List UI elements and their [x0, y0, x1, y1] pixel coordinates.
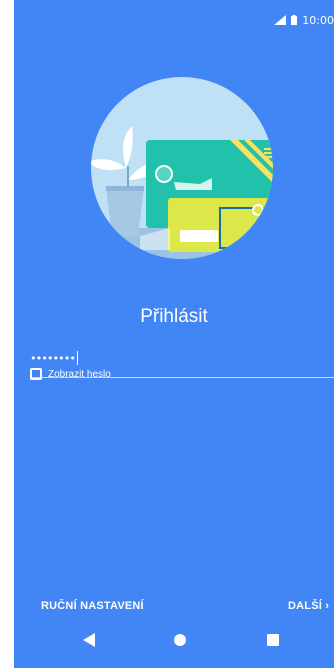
battery-icon [291, 15, 298, 25]
status-bar: 10:00 [274, 12, 334, 28]
password-dots: •••••••• [30, 352, 76, 365]
navigation-bar [14, 610, 334, 668]
text-caret [76, 351, 78, 365]
signal-icon [274, 15, 287, 25]
status-time: 10:00 [302, 13, 334, 27]
show-password-checkbox[interactable] [30, 368, 42, 380]
page-title: Přihlásit [140, 306, 208, 327]
password-value[interactable]: •••••••• [30, 351, 78, 365]
show-password-toggle[interactable]: Zobrazit heslo [30, 368, 111, 380]
recent-apps-icon[interactable] [265, 632, 281, 648]
show-password-label: Zobrazit heslo [48, 368, 111, 380]
hero-illustration [80, 76, 284, 260]
home-icon[interactable] [172, 632, 188, 648]
setup-screen: 10:00 Přihlásit •••••••• Zobrazit heslo … [14, 0, 334, 668]
back-icon[interactable] [81, 632, 97, 648]
